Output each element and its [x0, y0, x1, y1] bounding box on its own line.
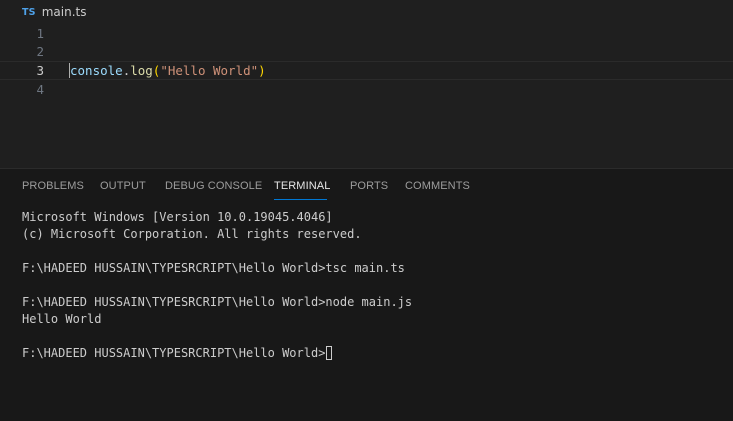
code-line-current[interactable]: 3 console.log("Hello World") [0, 61, 733, 80]
code-line[interactable]: 1 [0, 24, 733, 43]
tab-terminal[interactable]: TERMINAL [274, 180, 330, 192]
terminal-output[interactable]: Microsoft Windows [Version 10.0.19045.40… [22, 209, 412, 362]
code-text[interactable]: console.log("Hello World") [70, 62, 266, 79]
terminal-cursor [326, 346, 333, 360]
tab-output[interactable]: OUTPUT [100, 180, 146, 192]
tab-debug-console[interactable]: DEBUG CONSOLE [165, 180, 262, 192]
line-number: 4 [36, 82, 44, 97]
tab-ports[interactable]: PORTS [350, 180, 388, 192]
line-number: 2 [36, 44, 44, 59]
code-token-string: "Hello World" [160, 63, 259, 78]
tab-problems[interactable]: PROBLEMS [22, 180, 84, 192]
code-token-method: log [130, 63, 153, 78]
code-line[interactable]: 2 [0, 42, 733, 61]
terminal-line: (c) Microsoft Corporation. All rights re… [22, 227, 362, 241]
terminal-line: F:\HADEED HUSSAIN\TYPESRCRIPT\Hello Worl… [22, 261, 405, 275]
line-number: 3 [36, 63, 44, 78]
terminal-line: Microsoft Windows [Version 10.0.19045.40… [22, 210, 333, 224]
code-token-object: console [70, 63, 123, 78]
terminal-line: F:\HADEED HUSSAIN\TYPESRCRIPT\Hello Worl… [22, 295, 413, 309]
typescript-file-icon: TS [22, 6, 36, 18]
code-token-close-paren: ) [258, 63, 266, 78]
terminal-line: Hello World [22, 312, 102, 326]
editor-area[interactable]: TS main.ts 1 2 3 console.log("Hello Worl… [0, 0, 733, 168]
tab-comments[interactable]: COMMENTS [405, 180, 470, 192]
line-number: 1 [36, 26, 44, 41]
terminal-prompt-line[interactable]: F:\HADEED HUSSAIN\TYPESRCRIPT\Hello Worl… [22, 345, 412, 362]
active-tab-indicator [274, 199, 327, 200]
panel-tab-bar: PROBLEMS OUTPUT DEBUG CONSOLE TERMINAL P… [0, 169, 733, 205]
terminal-prompt: F:\HADEED HUSSAIN\TYPESRCRIPT\Hello Worl… [22, 346, 326, 360]
file-name: main.ts [41, 5, 87, 19]
editor-file-tab[interactable]: TS main.ts [0, 0, 87, 24]
code-line[interactable]: 4 [0, 80, 733, 99]
bottom-panel: PROBLEMS OUTPUT DEBUG CONSOLE TERMINAL P… [0, 168, 733, 421]
